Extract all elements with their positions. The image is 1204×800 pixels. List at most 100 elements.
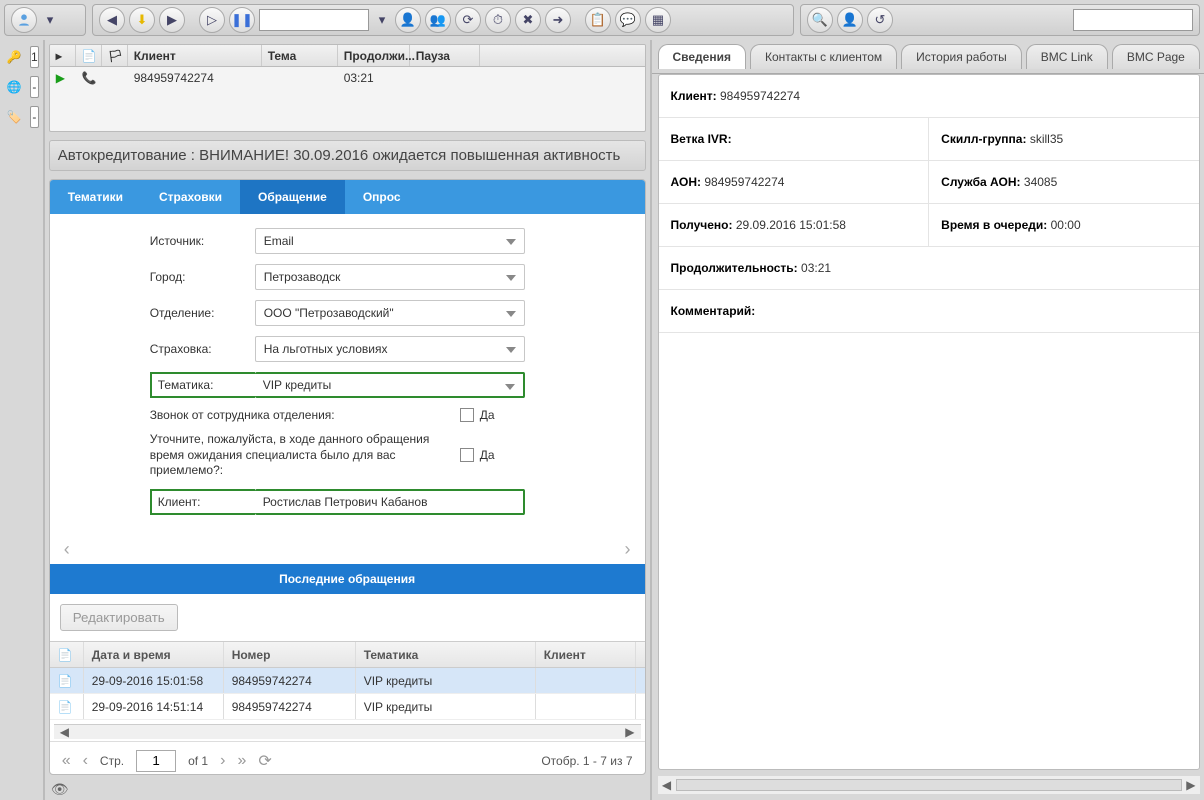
combo-city[interactable]: Петрозаводск [255, 264, 525, 290]
conference-icon[interactable]: 👥 [425, 7, 451, 33]
dial-input[interactable] [259, 9, 369, 31]
play-indicator-icon: ▶ [50, 67, 76, 89]
tab-topics[interactable]: Тематики [50, 180, 141, 214]
tab-request[interactable]: Обращение [240, 180, 345, 214]
scroll-left-icon[interactable]: ◀ [54, 725, 75, 739]
section-history-title: Последние обращения [50, 564, 645, 594]
toolbar-mode-dropdown[interactable]: ▾ [41, 7, 59, 33]
combo-dept-value: ООО "Петрозаводский" [264, 306, 394, 320]
dial-dropdown[interactable]: ▾ [373, 7, 391, 33]
grid-icon[interactable]: ▦ [645, 7, 671, 33]
hist-col-client[interactable]: Клиент [536, 642, 636, 667]
hist-col-num[interactable]: Номер [224, 642, 356, 667]
scroll-track[interactable] [676, 779, 1182, 791]
scroll-right-icon[interactable]: › [625, 539, 631, 560]
info-queue-k: Время в очереди: [941, 218, 1047, 232]
agent-search-icon[interactable]: 🔍 [807, 7, 833, 33]
col-icon3[interactable]: 🏳 [102, 45, 128, 66]
hist-row-icon: 📄 [50, 668, 84, 693]
pager-prev-icon[interactable]: ‹ [83, 752, 88, 770]
input-client[interactable]: Ростислав Петрович Кабанов [255, 489, 525, 515]
next-call-icon[interactable]: ▶ [159, 7, 185, 33]
cell-theme [262, 67, 338, 89]
hist-cell-num: 984959742274 [224, 694, 356, 719]
cell-duration: 03:21 [338, 67, 410, 89]
hist-cell-topic: VIP кредиты [356, 668, 536, 693]
down-icon[interactable]: ⬇ [129, 7, 155, 33]
combo-insurance[interactable]: На льготных условиях [255, 336, 525, 362]
play-icon[interactable]: ▷ [199, 7, 225, 33]
hist-col-icon[interactable]: 📄 [50, 642, 84, 667]
pager-refresh-icon[interactable]: ⟳ [258, 751, 271, 771]
refresh-icon[interactable]: ⟳ [455, 7, 481, 33]
scroll-right-icon[interactable]: ▶ [619, 725, 640, 739]
combo-dept[interactable]: ООО "Петрозаводский" [255, 300, 525, 326]
scroll-left-icon[interactable]: ◀ [658, 778, 676, 792]
tabs: Тематики Страховки Обращение Опрос [50, 180, 645, 214]
info-skill-k: Скилл-группа: [941, 132, 1026, 146]
pager: « ‹ Стр. of 1 › » ⟳ Отобр. 1 - 7 из 7 [50, 741, 645, 775]
hist-cell-topic: VIP кредиты [356, 694, 536, 719]
info-recv-k: Получено: [671, 218, 733, 232]
transfer-icon[interactable]: 👤 [395, 7, 421, 33]
info-client-k: Клиент: [671, 89, 717, 103]
rtab-info[interactable]: Сведения [658, 44, 746, 69]
col-icon2[interactable]: 📄 [76, 45, 102, 66]
checkbox-q2[interactable] [460, 448, 474, 462]
rtab-history[interactable]: История работы [901, 44, 1022, 69]
info-comment-k: Комментарий: [671, 304, 756, 318]
col-icon1[interactable]: ▸ [50, 45, 76, 66]
edit-button[interactable]: Редактировать [60, 604, 178, 631]
hist-col-topic[interactable]: Тематика [356, 642, 536, 667]
rtab-bmclink[interactable]: BMC Link [1026, 44, 1108, 69]
checkbox-q1[interactable] [460, 408, 474, 422]
combo-city-value: Петрозаводск [264, 270, 341, 284]
col-client[interactable]: Клиент [128, 45, 262, 66]
combo-source-value: Email [264, 234, 294, 248]
right-hscroll[interactable]: ◀ ▶ [658, 776, 1200, 794]
flag-icon [102, 67, 128, 89]
prev-call-icon[interactable]: ◀ [99, 7, 125, 33]
history-hscroll[interactable]: ◀ ▶ [54, 724, 641, 739]
scroll-left-icon[interactable]: ‹ [64, 539, 70, 560]
chevron-down-icon [506, 275, 516, 281]
cell-pause [410, 67, 480, 89]
agent-list-icon[interactable]: 👤 [837, 7, 863, 33]
tab-insurance[interactable]: Страховки [141, 180, 240, 214]
wait-icon[interactable]: ⏱ [485, 7, 511, 33]
search-input[interactable] [1073, 9, 1193, 31]
label-city: Город: [150, 270, 255, 284]
pager-next-icon[interactable]: › [220, 752, 225, 770]
cancel-icon[interactable]: ✖ [515, 7, 541, 33]
col-pause[interactable]: Пауза [410, 45, 480, 66]
agent-status-icon[interactable] [11, 7, 37, 33]
pager-first-icon[interactable]: « [62, 752, 71, 770]
send-icon[interactable]: ➜ [545, 7, 571, 33]
rtab-contacts[interactable]: Контакты с клиентом [750, 44, 897, 69]
agent-transfer-icon[interactable]: ↺ [867, 7, 893, 33]
pager-page-input[interactable] [136, 750, 176, 772]
label-source: Источник: [150, 234, 255, 248]
scroll-right-icon[interactable]: ▶ [1182, 778, 1200, 792]
status-field-2[interactable]: - [30, 76, 39, 98]
combo-topic[interactable]: VIP кредиты [255, 372, 525, 398]
pager-of: of 1 [188, 754, 208, 768]
hist-row[interactable]: 📄 29-09-2016 14:51:14 984959742274 VIP к… [50, 694, 645, 720]
hist-row[interactable]: 📄 29-09-2016 15:01:58 984959742274 VIP к… [50, 668, 645, 694]
status-field-3[interactable]: - [30, 106, 39, 128]
rtab-bmcpage[interactable]: BMC Page [1112, 44, 1200, 69]
tab-survey[interactable]: Опрос [345, 180, 419, 214]
key-icon: 🔑 [4, 47, 24, 67]
label-q2: Уточните, пожалуйста, в ходе данного обр… [150, 432, 460, 479]
col-duration[interactable]: Продолжи... [338, 45, 410, 66]
chat-icon[interactable]: 💬 [615, 7, 641, 33]
status-field-1[interactable]: 1 [30, 46, 39, 68]
pause-icon[interactable]: ❚❚ [229, 7, 255, 33]
pager-last-icon[interactable]: » [237, 752, 246, 770]
hist-row-icon: 📄 [50, 694, 84, 719]
hist-col-dt[interactable]: Дата и время [84, 642, 224, 667]
script-icon[interactable]: 📋 [585, 7, 611, 33]
combo-source[interactable]: Email [255, 228, 525, 254]
call-row[interactable]: ▶ 📞 984959742274 03:21 [50, 67, 645, 89]
col-theme[interactable]: Тема [262, 45, 338, 66]
